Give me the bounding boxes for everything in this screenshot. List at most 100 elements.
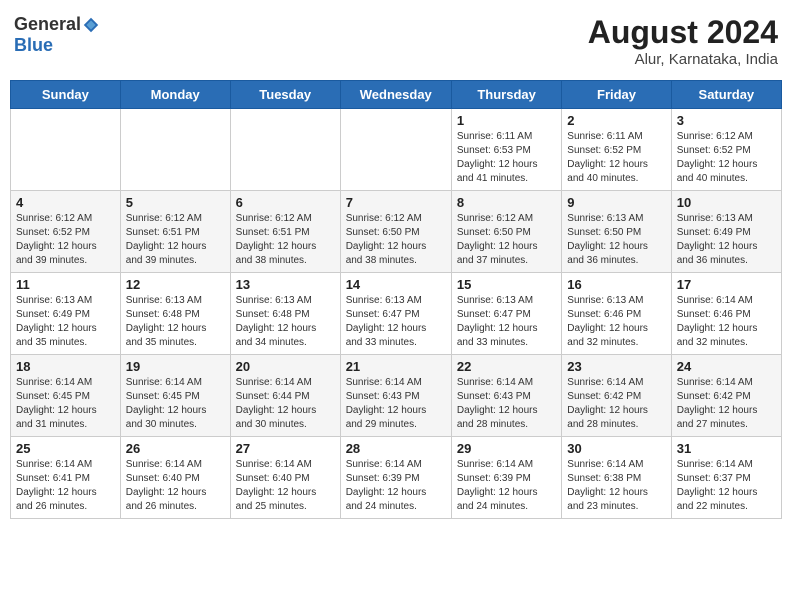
day-number: 8 xyxy=(457,195,556,210)
day-info: Sunrise: 6:14 AM Sunset: 6:38 PM Dayligh… xyxy=(567,458,665,514)
day-number: 24 xyxy=(677,359,776,374)
day-info: Sunrise: 6:14 AM Sunset: 6:42 PM Dayligh… xyxy=(677,376,776,432)
day-info: Sunrise: 6:13 AM Sunset: 6:47 PM Dayligh… xyxy=(457,294,556,350)
day-number: 28 xyxy=(346,441,446,456)
day-info: Sunrise: 6:14 AM Sunset: 6:40 PM Dayligh… xyxy=(236,458,335,514)
calendar-cell: 31 Sunrise: 6:14 AM Sunset: 6:37 PM Dayli… xyxy=(671,437,781,519)
calendar-cell: 29Sunrise: 6:14 AM Sunset: 6:39 PM Dayli… xyxy=(451,437,561,519)
calendar-cell: 13Sunrise: 6:13 AM Sunset: 6:48 PM Dayli… xyxy=(230,273,340,355)
calendar-cell: 16 Sunrise: 6:13 AM Sunset: 6:46 PM Dayli… xyxy=(562,273,671,355)
logo-blue-text: Blue xyxy=(14,35,53,55)
logo: General Blue xyxy=(14,14,100,56)
day-info: Sunrise: 6:14 AM Sunset: 6:43 PM Dayligh… xyxy=(457,376,556,432)
day-number: 9 xyxy=(567,195,665,210)
calendar-cell: 8 Sunrise: 6:12 AM Sunset: 6:50 PM Daylig… xyxy=(451,191,561,273)
location-text: Alur, Karnataka, India xyxy=(588,51,778,68)
day-number: 14 xyxy=(346,277,446,292)
weekday-header-thursday: Thursday xyxy=(451,81,561,109)
calendar-week-4: 18 Sunrise: 6:14 AM Sunset: 6:45 PM Dayli… xyxy=(11,355,782,437)
calendar-cell: 17 Sunrise: 6:14 AM Sunset: 6:46 PM Dayli… xyxy=(671,273,781,355)
day-number: 25 xyxy=(16,441,115,456)
day-info: Sunrise: 6:12 AM Sunset: 6:50 PM Dayligh… xyxy=(457,212,556,268)
calendar-cell: 5Sunrise: 6:12 AM Sunset: 6:51 PM Daylig… xyxy=(120,191,230,273)
day-number: 22 xyxy=(457,359,556,374)
day-info: Sunrise: 6:14 AM Sunset: 6:39 PM Dayligh… xyxy=(346,458,446,514)
calendar-cell: 6 Sunrise: 6:12 AM Sunset: 6:51 PM Daylig… xyxy=(230,191,340,273)
day-number: 1 xyxy=(457,113,556,128)
calendar-cell: 7 Sunrise: 6:12 AM Sunset: 6:50 PM Daylig… xyxy=(340,191,451,273)
day-number: 11 xyxy=(16,277,115,292)
calendar-week-5: 25Sunrise: 6:14 AM Sunset: 6:41 PM Dayli… xyxy=(11,437,782,519)
day-info: Sunrise: 6:14 AM Sunset: 6:39 PM Dayligh… xyxy=(457,458,556,514)
day-number: 31 xyxy=(677,441,776,456)
day-info: Sunrise: 6:12 AM Sunset: 6:52 PM Dayligh… xyxy=(16,212,115,268)
day-number: 17 xyxy=(677,277,776,292)
calendar-cell: 1 Sunrise: 6:11 AM Sunset: 6:53 PM Daylig… xyxy=(451,109,561,191)
day-info: Sunrise: 6:12 AM Sunset: 6:52 PM Dayligh… xyxy=(677,130,776,186)
calendar-cell: 15 Sunrise: 6:13 AM Sunset: 6:47 PM Dayli… xyxy=(451,273,561,355)
calendar-cell: 10 Sunrise: 6:13 AM Sunset: 6:49 PM Dayli… xyxy=(671,191,781,273)
day-number: 15 xyxy=(457,277,556,292)
day-number: 3 xyxy=(677,113,776,128)
day-info: Sunrise: 6:13 AM Sunset: 6:49 PM Dayligh… xyxy=(16,294,115,350)
logo-general-text: General xyxy=(14,14,81,35)
month-year-title: August 2024 xyxy=(588,14,778,51)
calendar-cell: 14Sunrise: 6:13 AM Sunset: 6:47 PM Dayli… xyxy=(340,273,451,355)
calendar-cell: 25Sunrise: 6:14 AM Sunset: 6:41 PM Dayli… xyxy=(11,437,121,519)
day-info: Sunrise: 6:14 AM Sunset: 6:45 PM Dayligh… xyxy=(126,376,225,432)
day-info: Sunrise: 6:14 AM Sunset: 6:40 PM Dayligh… xyxy=(126,458,225,514)
calendar-cell xyxy=(340,109,451,191)
day-info: Sunrise: 6:12 AM Sunset: 6:51 PM Dayligh… xyxy=(236,212,335,268)
day-number: 18 xyxy=(16,359,115,374)
day-number: 16 xyxy=(567,277,665,292)
day-number: 23 xyxy=(567,359,665,374)
calendar-table: SundayMondayTuesdayWednesdayThursdayFrid… xyxy=(10,80,782,519)
weekday-header-monday: Monday xyxy=(120,81,230,109)
calendar-cell: 22 Sunrise: 6:14 AM Sunset: 6:43 PM Dayli… xyxy=(451,355,561,437)
calendar-cell: 9 Sunrise: 6:13 AM Sunset: 6:50 PM Daylig… xyxy=(562,191,671,273)
day-info: Sunrise: 6:13 AM Sunset: 6:46 PM Dayligh… xyxy=(567,294,665,350)
calendar-week-3: 11 Sunrise: 6:13 AM Sunset: 6:49 PM Dayli… xyxy=(11,273,782,355)
day-number: 12 xyxy=(126,277,225,292)
day-info: Sunrise: 6:12 AM Sunset: 6:50 PM Dayligh… xyxy=(346,212,446,268)
calendar-cell: 30 Sunrise: 6:14 AM Sunset: 6:38 PM Dayli… xyxy=(562,437,671,519)
calendar-week-2: 4Sunrise: 6:12 AM Sunset: 6:52 PM Daylig… xyxy=(11,191,782,273)
calendar-cell: 28 Sunrise: 6:14 AM Sunset: 6:39 PM Dayli… xyxy=(340,437,451,519)
calendar-cell: 2 Sunrise: 6:11 AM Sunset: 6:52 PM Daylig… xyxy=(562,109,671,191)
day-info: Sunrise: 6:14 AM Sunset: 6:46 PM Dayligh… xyxy=(677,294,776,350)
day-info: Sunrise: 6:14 AM Sunset: 6:43 PM Dayligh… xyxy=(346,376,446,432)
day-number: 5 xyxy=(126,195,225,210)
calendar-cell xyxy=(120,109,230,191)
calendar-cell: 3 Sunrise: 6:12 AM Sunset: 6:52 PM Daylig… xyxy=(671,109,781,191)
day-info: Sunrise: 6:14 AM Sunset: 6:42 PM Dayligh… xyxy=(567,376,665,432)
day-info: Sunrise: 6:13 AM Sunset: 6:48 PM Dayligh… xyxy=(126,294,225,350)
page-header: General Blue August 2024 Alur, Karnataka… xyxy=(10,10,782,72)
calendar-cell xyxy=(11,109,121,191)
calendar-cell: 23 Sunrise: 6:14 AM Sunset: 6:42 PM Dayli… xyxy=(562,355,671,437)
day-number: 21 xyxy=(346,359,446,374)
day-number: 19 xyxy=(126,359,225,374)
weekday-header-sunday: Sunday xyxy=(11,81,121,109)
calendar-cell xyxy=(230,109,340,191)
calendar-cell: 18Sunrise: 6:14 AM Sunset: 6:45 PM Dayli… xyxy=(11,355,121,437)
day-number: 6 xyxy=(236,195,335,210)
day-info: Sunrise: 6:13 AM Sunset: 6:50 PM Dayligh… xyxy=(567,212,665,268)
weekday-header-wednesday: Wednesday xyxy=(340,81,451,109)
title-section: August 2024 Alur, Karnataka, India xyxy=(588,14,778,68)
day-info: Sunrise: 6:13 AM Sunset: 6:49 PM Dayligh… xyxy=(677,212,776,268)
day-number: 20 xyxy=(236,359,335,374)
weekday-header-saturday: Saturday xyxy=(671,81,781,109)
day-info: Sunrise: 6:11 AM Sunset: 6:53 PM Dayligh… xyxy=(457,130,556,186)
day-number: 2 xyxy=(567,113,665,128)
day-info: Sunrise: 6:11 AM Sunset: 6:52 PM Dayligh… xyxy=(567,130,665,186)
day-info: Sunrise: 6:14 AM Sunset: 6:37 PM Dayligh… xyxy=(677,458,776,514)
day-number: 10 xyxy=(677,195,776,210)
calendar-cell: 19 Sunrise: 6:14 AM Sunset: 6:45 PM Dayli… xyxy=(120,355,230,437)
day-number: 7 xyxy=(346,195,446,210)
day-number: 30 xyxy=(567,441,665,456)
calendar-cell: 26Sunrise: 6:14 AM Sunset: 6:40 PM Dayli… xyxy=(120,437,230,519)
calendar-cell: 20 Sunrise: 6:14 AM Sunset: 6:44 PM Dayli… xyxy=(230,355,340,437)
logo-icon xyxy=(82,16,100,34)
day-info: Sunrise: 6:14 AM Sunset: 6:44 PM Dayligh… xyxy=(236,376,335,432)
calendar-cell: 24 Sunrise: 6:14 AM Sunset: 6:42 PM Dayli… xyxy=(671,355,781,437)
